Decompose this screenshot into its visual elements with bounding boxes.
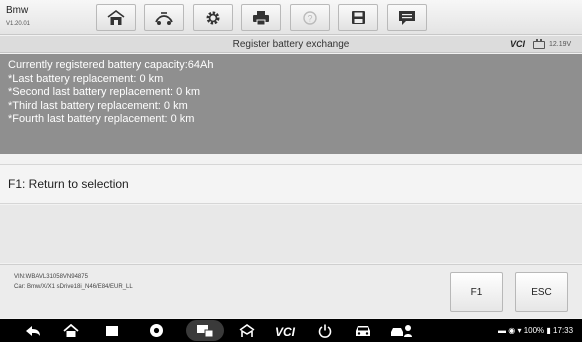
power-icon xyxy=(318,324,332,338)
info-line: *Third last battery replacement: 0 km xyxy=(8,99,188,112)
app-name: Bmw xyxy=(6,5,29,16)
battery-info-panel: Currently registered battery capacity:64… xyxy=(0,54,582,154)
esc-button[interactable]: ESC xyxy=(515,272,568,312)
power-button[interactable] xyxy=(314,319,336,342)
page-title: Register battery exchange xyxy=(232,39,350,50)
wifi-icon: ▾ xyxy=(517,326,522,335)
settings-button[interactable] xyxy=(193,4,233,31)
vehicle-button[interactable] xyxy=(352,319,374,342)
info-line: Currently registered battery capacity:64… xyxy=(8,59,214,71)
settings-gear-icon xyxy=(206,11,220,24)
bottom-bar: VIN:WBAVL31058VN94875 Car: Bmw/X/X1 sDri… xyxy=(0,264,582,318)
back-button[interactable] xyxy=(22,319,44,342)
car-icon xyxy=(356,325,370,336)
svg-text:?: ? xyxy=(307,13,312,23)
data-logging-icon xyxy=(399,10,415,25)
battery-voltage: 12.19V xyxy=(549,41,572,48)
vehicle-text: Car: Bmw/X/X1 sDrive18i_N46/E84/EUR_LL xyxy=(14,284,133,290)
info-line: *Fourth last battery replacement: 0 km xyxy=(8,113,195,125)
help-icon: ? xyxy=(303,10,317,25)
info-line: *Second last battery replacement: 0 km xyxy=(8,86,200,98)
notification-icon: ▬ xyxy=(498,326,506,335)
service-car-icon xyxy=(391,324,412,337)
back-icon xyxy=(26,325,40,336)
title-bar: Register battery exchange VCI 12.19V xyxy=(0,36,582,53)
save-icon xyxy=(351,11,365,24)
android-nav-bar: VCI ▬ ◉ ▾ 100% ▮ 17:33 xyxy=(0,319,582,342)
nav-home-button[interactable] xyxy=(60,319,82,342)
home-icon xyxy=(63,323,79,337)
help-button[interactable]: ? xyxy=(290,4,330,31)
browser-button[interactable] xyxy=(145,319,167,342)
home-icon xyxy=(107,9,125,25)
top-toolbar: Bmw V1.20.01 ? xyxy=(0,0,582,35)
app-window: Bmw V1.20.01 ? Register battery exchange… xyxy=(0,0,582,342)
save-button[interactable] xyxy=(338,4,378,31)
browser-icon xyxy=(149,324,163,337)
printer-icon xyxy=(253,10,269,25)
recent-apps-button[interactable] xyxy=(101,319,123,342)
vin-text: VIN:WBAVL31058VN94875 xyxy=(14,274,88,280)
data-logging-button[interactable] xyxy=(387,4,427,31)
vehicle-swap-button[interactable] xyxy=(144,4,184,31)
recent-apps-icon xyxy=(106,325,118,336)
vci-manager-icon: VCI xyxy=(275,325,296,337)
return-to-selection-item[interactable]: F1: Return to selection xyxy=(0,164,582,204)
vci-manager-button[interactable]: VCI xyxy=(272,319,302,342)
f1-button[interactable]: F1 xyxy=(450,272,503,312)
battery-icon: ▮ xyxy=(546,326,551,335)
svg-text:VCI: VCI xyxy=(275,325,296,337)
app-version: V1.20.01 xyxy=(6,21,31,27)
empty-list-area xyxy=(0,205,582,263)
status-area: ▬ ◉ ▾ 100% ▮ 17:33 xyxy=(498,319,573,342)
service-button[interactable] xyxy=(387,319,417,342)
car-link-icon xyxy=(155,11,173,25)
clock: 17:33 xyxy=(553,326,574,335)
remote-desk-icon xyxy=(197,324,214,337)
remote-desk-button[interactable] xyxy=(194,319,216,342)
vci-status: VCI xyxy=(510,39,526,49)
print-button[interactable] xyxy=(241,4,281,31)
alarm-icon: ◉ xyxy=(508,326,516,335)
battery-percent: 100% xyxy=(523,326,545,335)
battery-voltage-icon xyxy=(533,39,545,49)
maxifix-icon xyxy=(239,323,255,337)
info-line: *Last battery replacement: 0 km xyxy=(8,72,164,85)
selection-label: F1: Return to selection xyxy=(8,177,129,191)
home-button[interactable] xyxy=(96,4,136,31)
maxifix-button[interactable] xyxy=(236,319,258,342)
